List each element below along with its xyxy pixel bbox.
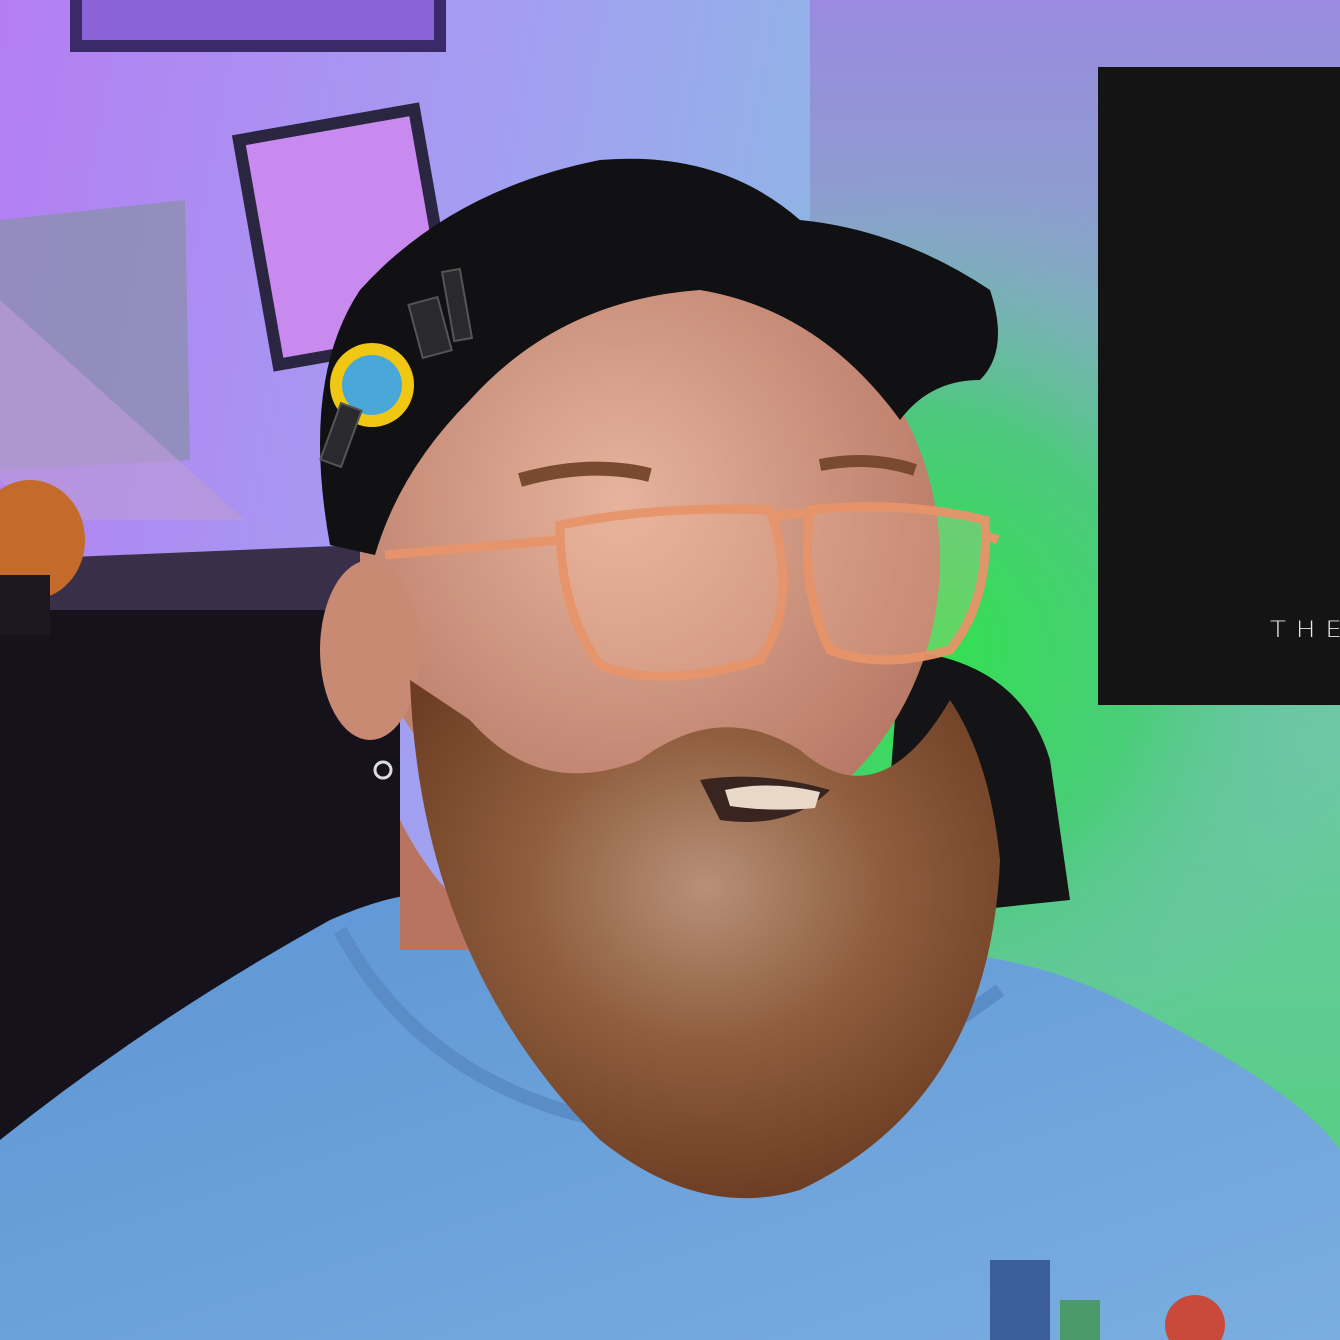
title-card-overlay: THE	[1098, 67, 1340, 705]
title-card-text: THE	[1270, 617, 1340, 643]
mouth	[725, 785, 820, 810]
ear	[320, 560, 420, 740]
